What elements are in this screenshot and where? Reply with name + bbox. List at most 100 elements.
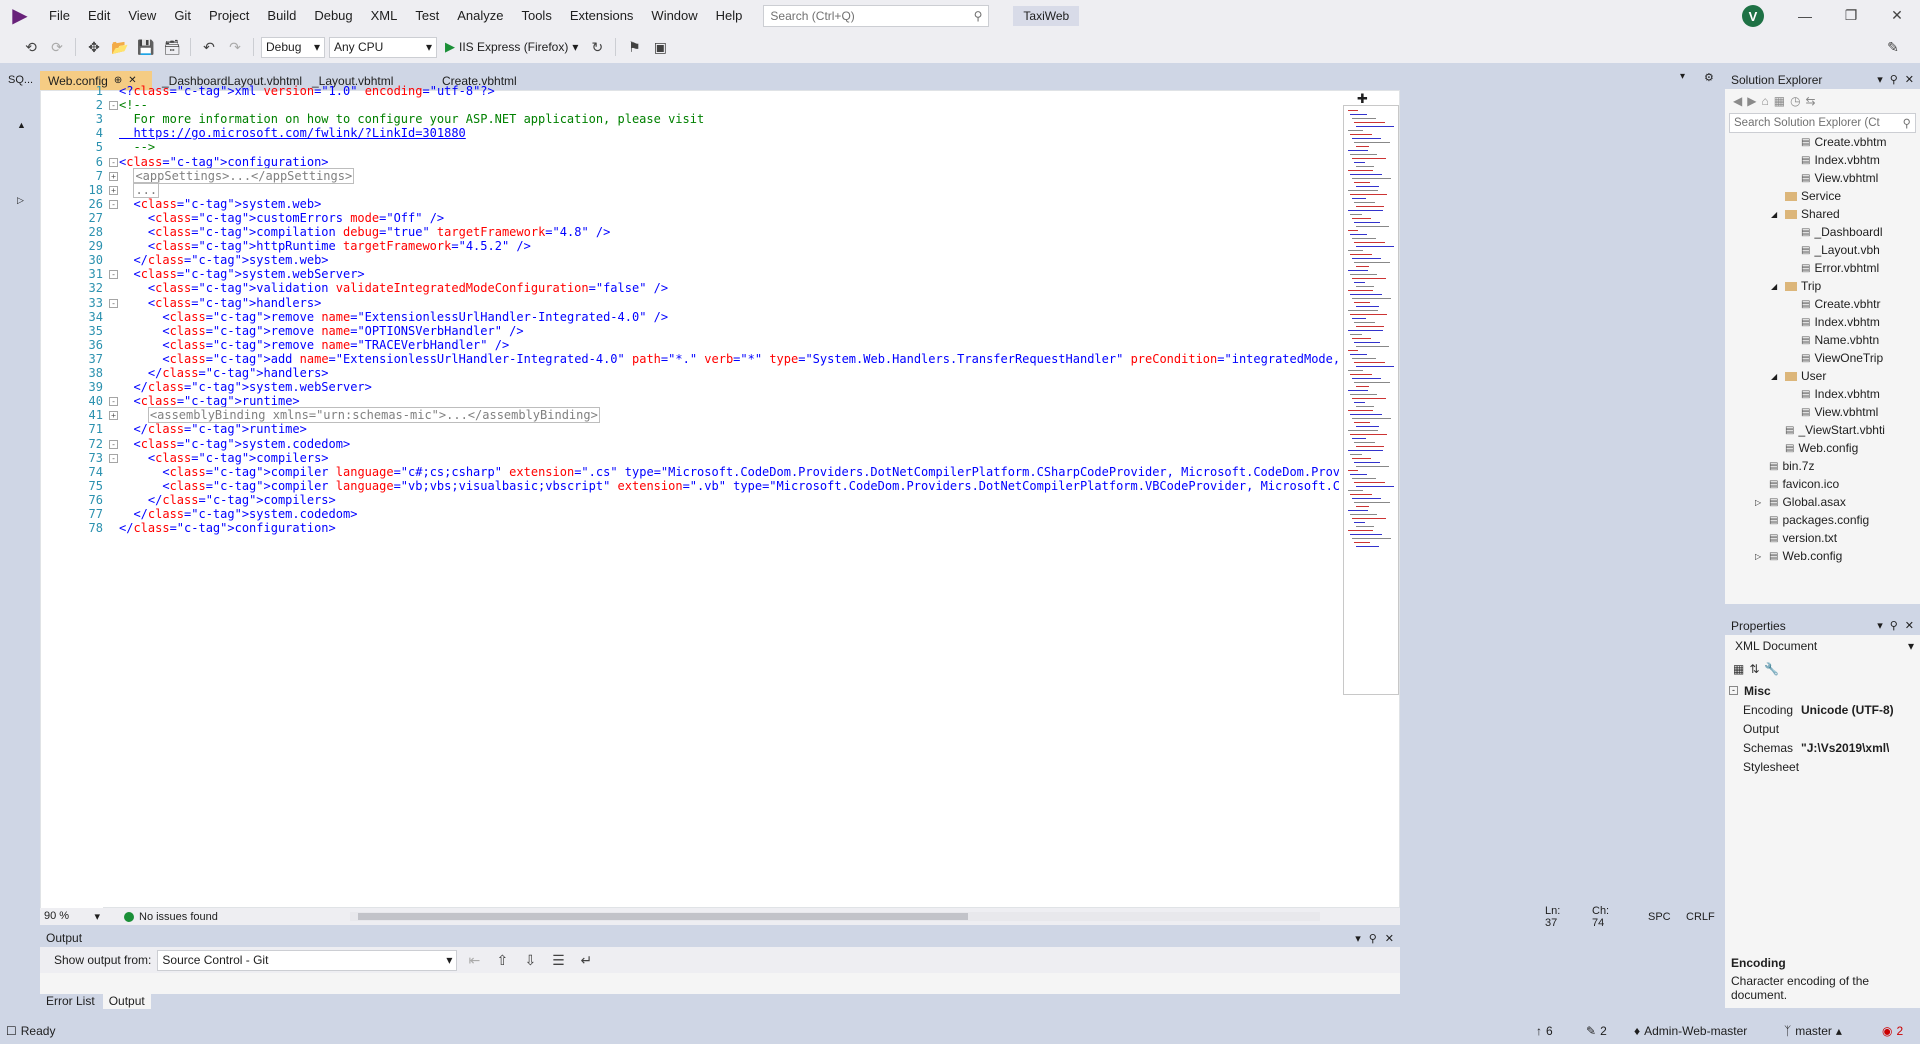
collapse-arrow-icon[interactable]: ◢ [1771,210,1781,219]
whitespace-indicator[interactable]: SPC [1648,911,1671,923]
menu-git[interactable]: Git [165,0,200,31]
menu-edit[interactable]: Edit [79,0,119,31]
tree-item[interactable]: ▤ Index.vbhtm [1801,313,1880,331]
line-ending-indicator[interactable]: CRLF [1686,911,1715,923]
expand-region-icon[interactable]: + [109,411,118,421]
tree-item[interactable]: ▷ ▤ Global.asax [1755,493,1846,511]
collapse-region-icon[interactable]: - [109,397,118,407]
tab-dropdown-icon[interactable]: ▾ [1680,71,1685,82]
expand-region-icon[interactable]: + [109,171,118,181]
tree-item[interactable]: ▤ ViewOneTrip [1801,349,1883,367]
switch-views-icon[interactable]: ▦ [1774,94,1785,108]
undo-icon[interactable]: ↶ [198,36,220,58]
screenshot-icon[interactable]: ▣ [649,36,671,58]
object-selector[interactable]: XML Document ▾ [1725,635,1920,657]
tree-item[interactable]: ▤ favicon.ico [1769,475,1839,493]
collapse-region-icon[interactable]: - [109,157,118,167]
property-pages-icon[interactable]: 🔧 [1764,662,1779,676]
tree-item[interactable]: ▤ Error.vbhtml [1801,259,1879,277]
menu-build[interactable]: Build [258,0,305,31]
menu-view[interactable]: View [119,0,165,31]
menu-extensions[interactable]: Extensions [561,0,643,31]
menu-test[interactable]: Test [406,0,448,31]
minimize-icon[interactable]: — [1782,0,1828,31]
tree-item[interactable]: ◢ Trip [1771,277,1821,295]
dropdown-icon[interactable]: ▾ [1355,932,1361,945]
property-row[interactable]: Stylesheet [1725,757,1920,776]
collapse-region-icon[interactable]: - [109,439,118,449]
tree-item[interactable]: ▤ bin.7z [1769,457,1814,475]
tree-item[interactable]: ▷ ▤ Web.config [1755,547,1842,565]
tree-item[interactable]: ▤ _Dashboardl [1801,223,1883,241]
close-icon[interactable]: ✕ [1905,73,1914,86]
open-icon[interactable]: 📂 [109,36,131,58]
repository-selector[interactable]: ♦ Admin-Web-master [1634,1024,1747,1038]
expand-arrow-icon[interactable]: ▷ [1755,498,1765,507]
tree-item[interactable]: ▤ _ViewStart.vbhti [1785,421,1885,439]
clear-all-icon[interactable]: ☰ [547,949,569,971]
code-line[interactable]: </class="c-tag">configuration> [119,520,336,537]
issues-indicator[interactable]: No issues found [124,911,218,923]
alphabetical-icon[interactable]: ⇅ [1749,662,1759,676]
search-input[interactable]: Search (Ctrl+Q) ⚲ [763,4,990,27]
tree-item[interactable]: ◢ User [1771,367,1826,385]
collapse-region-icon[interactable]: - [109,101,118,111]
split-editor-icon[interactable]: ✚ [1357,91,1368,107]
menu-tools[interactable]: Tools [512,0,560,31]
history-icon[interactable]: ◷ [1790,94,1800,108]
menu-help[interactable]: Help [707,0,752,31]
tab-output[interactable]: Output [102,993,151,1009]
sql-server-explorer-tab[interactable]: SQ... [6,72,38,90]
close-icon[interactable]: ✕ [1874,0,1920,31]
settings-icon[interactable]: ⚙ [1704,71,1714,84]
code-line[interactable]: https://go.microsoft.com/fwlink/?LinkId=… [119,125,465,142]
sync-icon[interactable]: ⇆ [1806,94,1816,108]
live-share-icon[interactable]: ✎ [1882,36,1904,58]
find-message-icon[interactable]: ⇤ [463,949,485,971]
dropdown-icon[interactable]: ▾ [1877,73,1883,86]
zoom-dropdown[interactable]: 90 % ▾ [40,910,100,923]
tree-item[interactable]: ▤ Web.config [1785,439,1858,457]
tree-item[interactable]: ▤ View.vbhtml [1801,403,1878,421]
expand-arrow-icon[interactable]: ▷ [1755,552,1765,561]
close-icon[interactable]: ✕ [1385,932,1394,945]
home-icon[interactable]: ⌂ [1761,94,1768,108]
menu-project[interactable]: Project [200,0,258,31]
tree-item[interactable]: ▤ Create.vbhtm [1801,133,1886,151]
categorized-icon[interactable]: ▦ [1733,662,1744,676]
avatar[interactable]: V [1742,5,1764,27]
pin-icon[interactable]: ⚲ [1890,73,1898,86]
tree-item[interactable]: ▤ version.txt [1769,529,1837,547]
collapse-arrow-icon[interactable]: ▲ [17,120,29,132]
back-icon[interactable]: ⟲ [20,36,42,58]
visual-studio-logo-icon[interactable]: ▶ [0,0,40,31]
tree-item[interactable]: Service [1785,187,1841,205]
category-misc[interactable]: - Misc [1725,681,1920,700]
tree-item[interactable]: ▤ packages.config [1769,511,1869,529]
config-dropdown[interactable]: Debug ▾ [261,36,325,58]
collapse-arrow-icon[interactable]: ◢ [1771,282,1781,291]
property-row[interactable]: Encoding Unicode (UTF-8) [1725,700,1920,719]
collapse-region-icon[interactable]: - [109,453,118,463]
menu-file[interactable]: File [40,0,79,31]
run-button[interactable]: ▶ IIS Express (Firefox) ▾ [441,39,582,55]
tree-item[interactable]: ▤ View.vbhtml [1801,169,1878,187]
tree-item[interactable]: ▤ Index.vbhtm [1801,151,1880,169]
prev-message-icon[interactable]: ⇧ [491,949,513,971]
horizontal-scrollbar[interactable] [350,912,1320,921]
menu-analyze[interactable]: Analyze [448,0,512,31]
platform-dropdown[interactable]: Any CPU ▾ [329,36,437,58]
word-wrap-icon[interactable]: ↵ [575,949,597,971]
tree-item[interactable]: ◢ Shared [1771,205,1840,223]
back-icon[interactable]: ◀ [1733,94,1742,108]
property-value[interactable]: Unicode (UTF-8) [1801,703,1894,717]
unpushed-commits[interactable]: ↑ 6 [1536,1024,1553,1038]
tree-item[interactable]: ▤ _Layout.vbh [1801,241,1880,259]
property-row[interactable]: Schemas "J:\Vs2019\xml\ [1725,738,1920,757]
property-row[interactable]: Output [1725,719,1920,738]
code-editor[interactable]: 1 2 3 4 5 6 7 18 26 27 28 29 30 31 32 33 34 35 36 37 38 39 40 4… [40,84,1400,909]
pin-icon[interactable]: ⚲ [1369,932,1377,945]
tree-item[interactable]: ▤ Name.vbhtn [1801,331,1879,349]
collapse-region-icon[interactable]: - [109,298,118,308]
property-value[interactable]: "J:\Vs2019\xml\ [1801,741,1889,755]
